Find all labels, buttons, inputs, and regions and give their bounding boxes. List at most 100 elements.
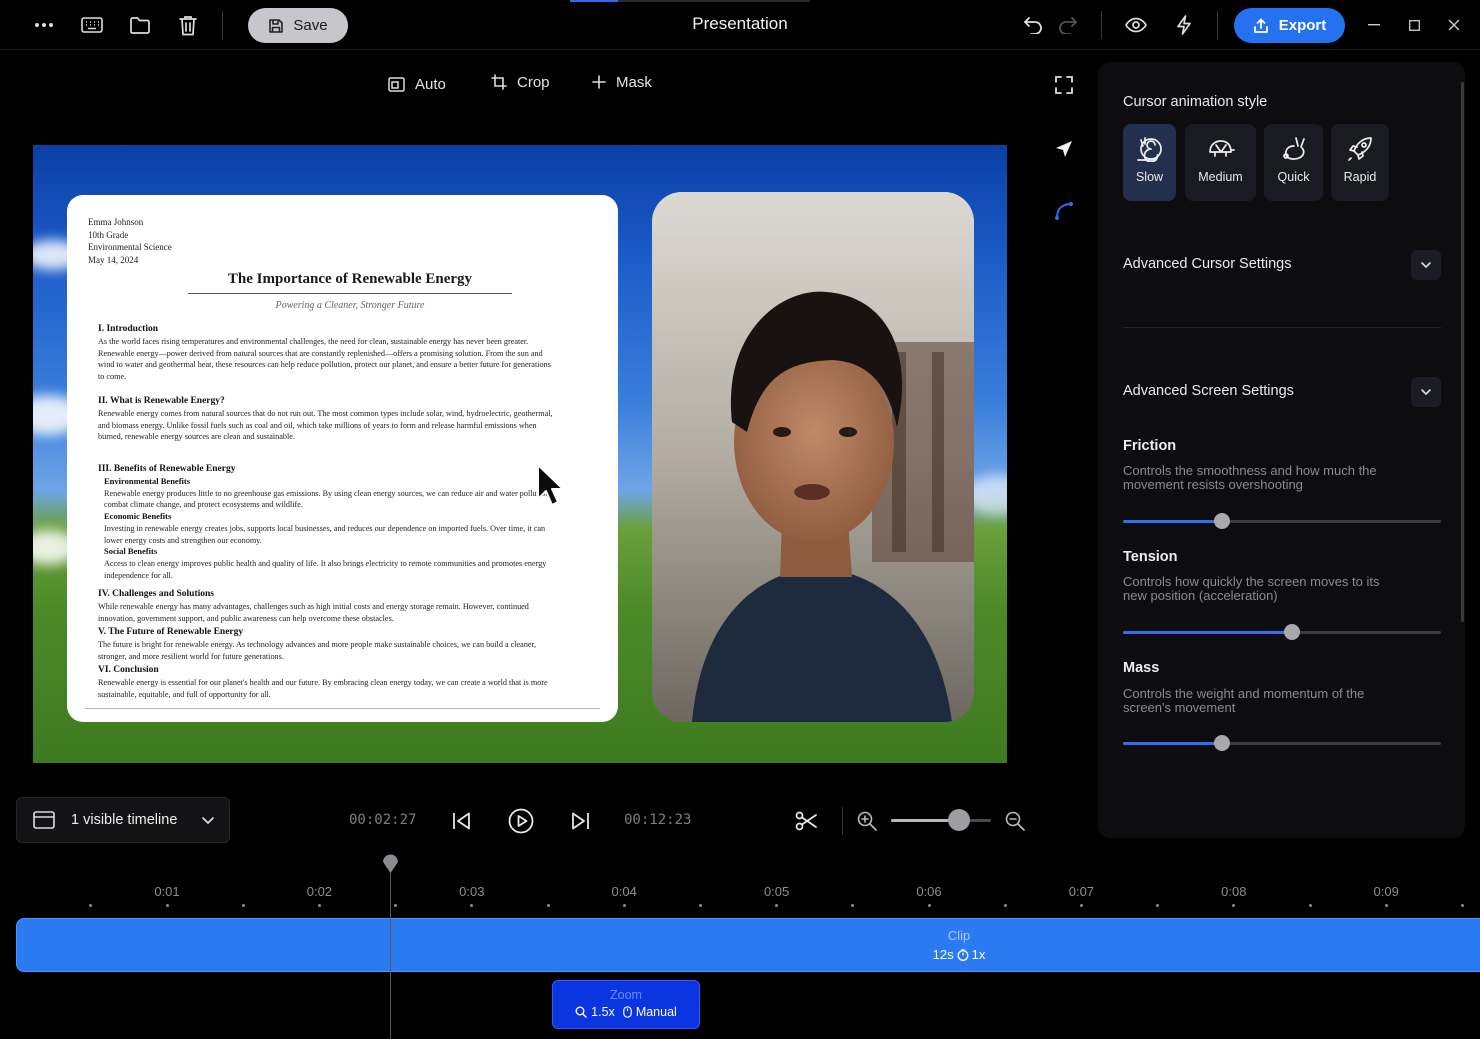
- meta-date: May 14, 2024: [88, 254, 139, 265]
- timeline-tick-label: 0:06: [916, 884, 942, 899]
- meta-author: Emma Johnson: [88, 217, 144, 227]
- zoom-out-icon[interactable]: [1000, 806, 1030, 836]
- style-medium-button[interactable]: Medium: [1185, 124, 1256, 201]
- scissors-icon[interactable]: [791, 806, 821, 836]
- folder-icon[interactable]: [124, 9, 156, 41]
- lightning-icon[interactable]: [1168, 9, 1200, 41]
- playhead-handle[interactable]: [382, 852, 399, 874]
- preview-canvas[interactable]: Emma Johnson 10th Grade Environmental Sc…: [33, 145, 1007, 763]
- skip-back-icon[interactable]: [446, 806, 476, 836]
- timeline-tick-dot: [317, 904, 321, 907]
- timeline-tick-dot: [165, 904, 169, 907]
- subsection-heading: Economic Benefits: [104, 511, 172, 522]
- timeline-tick-dot: [546, 904, 550, 907]
- timeline-tick-dot: [394, 904, 398, 907]
- section-heading: III. Benefits of Renewable Energy: [98, 464, 236, 474]
- timeline-tick-dot: [1232, 904, 1236, 907]
- crop-button[interactable]: Crop: [491, 70, 550, 94]
- advanced-cursor-toggle[interactable]: [1411, 250, 1441, 280]
- undo-icon[interactable]: [1017, 9, 1049, 41]
- eye-icon[interactable]: [1120, 9, 1152, 41]
- auto-button[interactable]: Auto: [388, 72, 446, 96]
- slider-knob[interactable]: [1213, 735, 1230, 751]
- subsection-heading: Social Benefits: [104, 546, 158, 557]
- clip-meta: 12s 1x: [900, 947, 1018, 962]
- timeline-tick-dot: [775, 904, 779, 907]
- section-heading: V. The Future of Renewable Energy: [98, 627, 244, 637]
- subsection-body: Renewable energy produces little to no g…: [104, 488, 552, 510]
- section-what-is: II. What is Renewable Energy? Renewable …: [98, 395, 553, 443]
- fullscreen-icon[interactable]: [1050, 71, 1078, 99]
- timeline-tick-dot: [470, 904, 474, 907]
- slider-knob[interactable]: [1283, 624, 1300, 640]
- zoom-title: Zoom: [610, 988, 642, 1002]
- panel-divider: [1123, 327, 1441, 328]
- timeline-tick-label: 0:09: [1373, 884, 1399, 899]
- top-bar: Save Presentation Export: [0, 0, 1480, 50]
- footer-rule: [85, 708, 600, 709]
- advanced-cursor-heading: Advanced Cursor Settings: [1123, 256, 1292, 272]
- section-challenges: IV. Challenges and Solutions While renew…: [98, 588, 553, 624]
- section-body: Renewable energy comes from natural sour…: [98, 409, 553, 442]
- toolbar-separator: [1217, 11, 1218, 39]
- rocket-icon: [1346, 136, 1374, 162]
- timeline-visibility-select[interactable]: 1 visible timeline: [16, 797, 230, 843]
- cursor-tool-icon[interactable]: [1050, 135, 1078, 163]
- redo-icon[interactable]: [1052, 9, 1084, 41]
- clip-speed: 1x: [971, 947, 986, 962]
- more-options-icon[interactable]: [28, 9, 60, 41]
- meta-subject: Environmental Science: [88, 242, 172, 252]
- style-slow-label: Slow: [1135, 170, 1164, 184]
- slider-knob[interactable]: [1213, 513, 1230, 529]
- window-title: Presentation: [692, 14, 788, 33]
- friction-slider[interactable]: [1123, 513, 1441, 529]
- style-rapid-button[interactable]: Rapid: [1331, 124, 1389, 201]
- tab-indicator: [618, 0, 810, 2]
- skip-forward-icon[interactable]: [566, 806, 596, 836]
- section-body: The future is bright for renewable energ…: [98, 640, 536, 661]
- mask-label: Mask: [616, 73, 652, 91]
- mass-description: Controls the weight and momentum of the …: [1123, 686, 1365, 715]
- section-body: Renewable energy is essential for our pl…: [98, 678, 548, 699]
- export-button[interactable]: Export: [1234, 8, 1345, 43]
- panel-scrollbar[interactable]: [1461, 82, 1464, 622]
- trash-icon[interactable]: [172, 9, 204, 41]
- timeline-tick-dot: [927, 904, 931, 907]
- save-icon: [268, 18, 284, 34]
- clip-track[interactable]: [16, 918, 1480, 972]
- timeline-tick-label: 0:05: [763, 884, 790, 899]
- section-heading: II. What is Renewable Energy?: [98, 396, 225, 406]
- document-title: The Importance of Renewable Energy: [227, 271, 473, 287]
- section-body: While renewable energy has many advantag…: [98, 602, 529, 623]
- mask-button[interactable]: Mask: [592, 70, 652, 94]
- section-heading: IV. Challenges and Solutions: [98, 589, 214, 599]
- style-slow-button[interactable]: Slow: [1123, 124, 1176, 201]
- subsection-heading: Environmental Benefits: [104, 476, 191, 486]
- zoom-meta: 1.5x Manual: [552, 1005, 700, 1019]
- minimize-icon[interactable]: [1358, 9, 1390, 41]
- timeline-tick-dot: [622, 904, 626, 907]
- section-introduction: I. Introduction As the world faces risin…: [98, 323, 553, 383]
- advanced-screen-toggle[interactable]: [1411, 377, 1441, 407]
- webcam-overlay[interactable]: [652, 192, 974, 722]
- keyboard-icon[interactable]: [76, 9, 108, 41]
- chevron-down-icon: [1420, 388, 1432, 396]
- tab-indicator-active: [570, 0, 618, 2]
- rabbit-icon: [1280, 136, 1308, 162]
- maximize-icon[interactable]: [1398, 9, 1430, 41]
- tension-slider[interactable]: [1123, 624, 1441, 640]
- zoom-in-icon[interactable]: [852, 806, 882, 836]
- subsection-body: Access to clean energy improves public h…: [104, 558, 547, 580]
- section-heading: VI. Conclusion: [98, 665, 159, 675]
- save-button[interactable]: Save: [248, 8, 348, 43]
- play-icon[interactable]: [506, 806, 536, 836]
- curve-tool-icon[interactable]: [1050, 197, 1078, 225]
- crop-icon: [491, 74, 507, 90]
- zoom-slider-knob[interactable]: [948, 809, 970, 831]
- timeline-tick-label: 0:07: [1068, 884, 1095, 899]
- mass-slider[interactable]: [1123, 735, 1441, 751]
- chevron-down-icon: [1420, 261, 1432, 269]
- close-icon[interactable]: [1438, 9, 1470, 41]
- style-quick-button[interactable]: Quick: [1264, 124, 1323, 201]
- timeline-tick-dot: [89, 904, 93, 907]
